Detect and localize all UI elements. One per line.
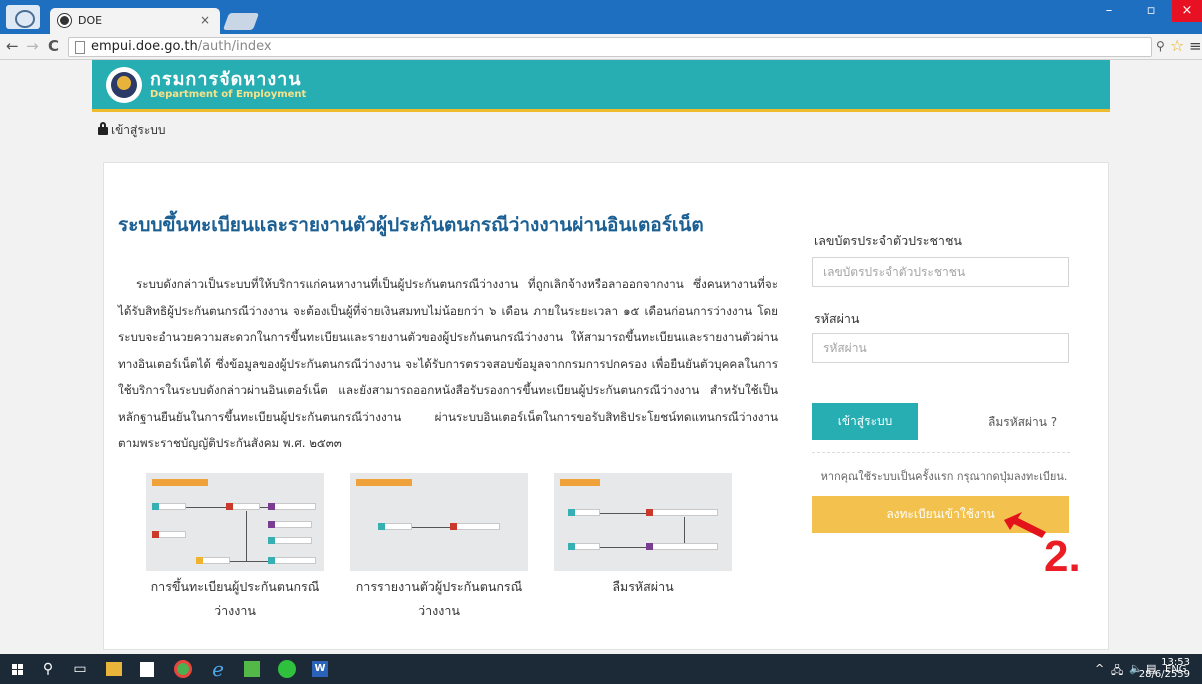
tab-close-icon[interactable]: × xyxy=(200,13,210,27)
store-icon[interactable] xyxy=(140,662,154,677)
close-window-button[interactable]: × xyxy=(1172,0,1202,22)
thumb-step-box xyxy=(226,503,260,510)
register-guide-label[interactable]: การขึ้นทะเบียนผู้ประกันตนกรณีว่างงาน xyxy=(146,575,324,623)
main-card: ระบบขึ้นทะเบียนและรายงานตัวผู้ประกันตนกร… xyxy=(103,162,1109,650)
extension-icon[interactable]: ⚲ xyxy=(1156,39,1165,53)
lock-icon xyxy=(98,122,108,135)
browser-title-bar: DOE × – ▫ × xyxy=(0,0,1202,34)
clock-time: 13:53 xyxy=(1161,657,1190,668)
thumb-step-box xyxy=(450,523,500,530)
first-time-hint: หากคุณใช้ระบบเป็นครั้งแรก กรุณากดปุ่มลงท… xyxy=(820,470,1068,483)
thumb-step-box xyxy=(646,543,718,550)
doe-favicon-icon xyxy=(58,14,71,27)
forgot-password-guide-label[interactable]: ลืมรหัสผ่าน xyxy=(554,575,732,599)
chrome-taskbar-icon[interactable] xyxy=(174,660,192,678)
network-icon[interactable]: 🖧 xyxy=(1111,662,1123,681)
url-text: empui.doe.go.th/auth/index xyxy=(91,39,272,54)
back-button[interactable]: ← xyxy=(6,37,19,55)
thumb-step-box xyxy=(268,503,316,510)
site-header: กรมการจัดหางาน Department of Employment xyxy=(92,60,1110,112)
edge-icon[interactable]: e xyxy=(208,659,228,679)
report-guide-label[interactable]: การรายงานตัวผู้ประกันตนกรณีว่างงาน xyxy=(350,575,528,623)
thumb-step-box xyxy=(568,543,600,550)
thumb-connector xyxy=(260,507,268,508)
divider xyxy=(812,452,1070,453)
thumb-step-box xyxy=(196,557,230,564)
reload-button[interactable]: C xyxy=(48,37,59,55)
chrome-icon[interactable] xyxy=(6,5,40,29)
forgot-password-link[interactable]: ลืมรหัสผ่าน ? xyxy=(988,413,1057,432)
thumb-connector xyxy=(230,561,268,562)
page-icon xyxy=(75,41,85,54)
password-label: รหัสผ่าน xyxy=(814,311,860,326)
task-view-icon[interactable]: ▭ xyxy=(70,659,90,679)
thumb-step-box xyxy=(568,509,600,516)
doe-logo[interactable] xyxy=(106,67,142,103)
thumb-connector xyxy=(600,547,646,548)
tab-title: DOE xyxy=(78,14,103,27)
minimize-button[interactable]: – xyxy=(1094,0,1124,22)
url-input[interactable]: empui.doe.go.th/auth/index xyxy=(68,37,1152,57)
thumb-header-bar xyxy=(356,479,412,486)
thumb-step-box xyxy=(152,503,186,510)
clock-date: 28/6/2559 xyxy=(1138,669,1190,680)
thumb-step-box xyxy=(268,537,312,544)
thumb-step-box xyxy=(378,523,412,530)
thumb-connector xyxy=(684,517,685,543)
bookmark-star-icon[interactable]: ☆ xyxy=(1170,36,1184,55)
thumb-header-bar xyxy=(152,479,208,486)
id-card-input[interactable] xyxy=(812,257,1069,287)
breadcrumb: เข้าสู่ระบบ xyxy=(98,121,166,140)
id-card-label: เลขบัตรประจำตัวประชาชน xyxy=(814,233,962,248)
forgot-password-guide-thumbnail[interactable] xyxy=(554,473,732,571)
register-guide-thumbnail[interactable] xyxy=(146,473,324,571)
thumb-connector xyxy=(246,511,247,561)
page-title: ระบบขึ้นทะเบียนและรายงานตัวผู้ประกันตนกร… xyxy=(118,214,704,236)
thumb-connector xyxy=(600,513,646,514)
step-number-annotation: 2. xyxy=(1044,532,1081,581)
start-icon[interactable] xyxy=(12,664,24,676)
report-guide-thumbnail[interactable] xyxy=(350,473,528,571)
thumb-step-box xyxy=(268,557,316,564)
search-icon[interactable]: ⚲ xyxy=(38,659,58,679)
windows-taskbar: ⚲ ▭ e W ^ 🖧 🔈 ▤ ENG 13:53 28/6/2559 xyxy=(0,654,1202,684)
site-subtitle: Department of Employment xyxy=(150,89,307,100)
line-icon[interactable] xyxy=(278,660,296,678)
browser-tab[interactable]: DOE × xyxy=(50,8,220,34)
address-bar-row: ← → C empui.doe.go.th/auth/index ⚲ ☆ ≡ xyxy=(0,34,1202,60)
maximize-button[interactable]: ▫ xyxy=(1136,0,1166,22)
login-button[interactable]: เข้าสู่ระบบ xyxy=(812,403,918,440)
menu-icon[interactable]: ≡ xyxy=(1189,37,1202,55)
breadcrumb-label: เข้าสู่ระบบ xyxy=(111,123,166,137)
tray-chevron-icon[interactable]: ^ xyxy=(1095,662,1104,675)
thumb-step-box xyxy=(646,509,718,516)
url-host: empui.doe.go.th xyxy=(91,39,198,54)
description-text: ระบบดังกล่าวเป็นระบบที่ให้บริการแก่คนหาง… xyxy=(118,277,778,450)
url-path: /auth/index xyxy=(197,39,272,54)
thumb-connector xyxy=(186,507,226,508)
password-input[interactable] xyxy=(812,333,1069,363)
thumb-step-box xyxy=(152,531,186,538)
file-explorer-icon[interactable] xyxy=(106,662,122,676)
forward-button[interactable]: → xyxy=(26,37,39,55)
thumb-connector xyxy=(412,527,450,528)
thumb-step-box xyxy=(268,521,312,528)
new-tab-button[interactable] xyxy=(222,13,260,30)
red-arrow-icon xyxy=(1004,512,1046,538)
word-icon[interactable]: W xyxy=(312,661,328,677)
thumb-header-bar xyxy=(560,479,600,486)
app-icon[interactable] xyxy=(244,661,260,677)
